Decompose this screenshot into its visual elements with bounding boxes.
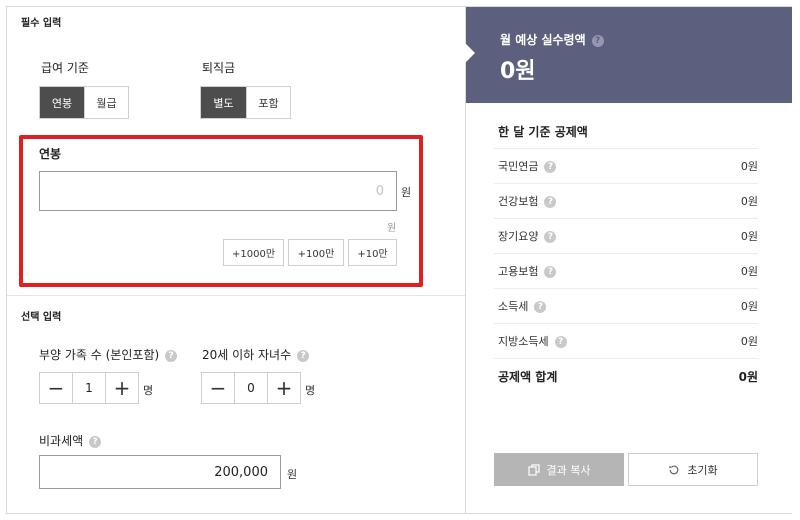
deduction-total-label: 공제액 합계: [498, 369, 558, 384]
children-unit: 명: [305, 384, 316, 397]
deduction-row: 소득세? 0원: [494, 288, 758, 323]
deduction-name-text: 소득세: [498, 300, 529, 313]
pay-basis-label: 급여 기준: [41, 61, 89, 75]
dependents-value[interactable]: 1: [72, 373, 106, 403]
salary-input-value: 0: [375, 183, 384, 199]
deduction-title: 한 달 기준 공제액: [498, 125, 588, 139]
copy-result-label: 결과 복사: [546, 463, 591, 477]
help-icon[interactable]: ?: [544, 266, 557, 278]
help-icon[interactable]: ?: [544, 231, 557, 243]
deduction-row: 장기요양? 0원: [494, 218, 758, 253]
dependents-label: 부양 가족 수 (본인포함)?: [39, 346, 178, 363]
help-icon[interactable]: ?: [544, 196, 557, 208]
severance-included-option[interactable]: 포함: [246, 87, 290, 118]
dependents-help-icon[interactable]: ?: [165, 349, 178, 362]
help-icon[interactable]: ?: [544, 161, 557, 173]
children-stepper: − 0 +: [201, 372, 301, 404]
deduction-name: 소득세?: [494, 298, 547, 314]
optional-section: 선택 입력 부양 가족 수 (본인포함)? − 1 + 명 20세 이하 자녀수…: [7, 295, 465, 513]
deduction-value: 0원: [740, 230, 758, 243]
dependents-stepper: − 1 +: [39, 372, 139, 404]
dependents-label-text: 부양 가족 수 (본인포함): [39, 348, 160, 362]
deduction-name-text: 국민연금: [498, 160, 539, 173]
children-plus-button[interactable]: +: [268, 373, 300, 403]
deduction-value: 0원: [740, 265, 758, 278]
pay-basis-monthly-option[interactable]: 월급: [84, 87, 128, 118]
deduction-total-row: 공제액 합계 0원: [494, 358, 758, 393]
required-section: 필수 입력 급여 기준 연봉 월급 퇴직금 별도 포함 연봉 0 원 원 +10…: [7, 7, 465, 295]
deduction-name: 건강보험?: [494, 193, 557, 209]
children-label: 20세 이하 자녀수?: [202, 346, 310, 363]
pay-basis-annual-option[interactable]: 연봉: [40, 87, 84, 118]
copy-result-button[interactable]: 결과 복사: [494, 453, 624, 486]
severance-label: 퇴직금: [202, 61, 236, 75]
deduction-value: 0원: [740, 160, 758, 173]
optional-section-title: 선택 입력: [21, 312, 62, 323]
deduction-name-text: 건강보험: [498, 195, 539, 208]
reset-button[interactable]: 초기화: [628, 453, 758, 486]
input-panel: 필수 입력 급여 기준 연봉 월급 퇴직금 별도 포함 연봉 0 원 원 +10…: [7, 7, 465, 513]
nontaxable-input[interactable]: 200,000: [39, 455, 281, 489]
add-10m-button[interactable]: +1000만: [223, 239, 284, 266]
deduction-row: 건강보험? 0원: [494, 183, 758, 218]
salary-sub-unit: 원: [387, 223, 397, 234]
deduction-row: 지방소득세? 0원: [494, 323, 758, 358]
deduction-name: 장기요양?: [494, 228, 557, 244]
children-help-icon[interactable]: ?: [297, 349, 310, 362]
deduction-name-text: 장기요양: [498, 230, 539, 243]
dependents-minus-button[interactable]: −: [40, 373, 72, 403]
dependents-plus-button[interactable]: +: [106, 373, 138, 403]
deduction-total-value: 0원: [738, 369, 758, 384]
reset-icon: [668, 464, 680, 476]
net-pay-amount: 0원: [500, 59, 536, 84]
pay-basis-toggle: 연봉 월급: [39, 86, 129, 119]
deduction-row: 고용보험? 0원: [494, 253, 758, 288]
result-panel: 월 예상 실수령액? 0원 한 달 기준 공제액 국민연금? 0원 건강보험? …: [465, 7, 792, 513]
deduction-name: 고용보험?: [494, 263, 557, 279]
children-label-text: 20세 이하 자녀수: [202, 348, 292, 362]
dependents-unit: 명: [143, 384, 154, 397]
result-title: 월 예상 실수령액?: [500, 31, 604, 48]
copy-icon: [527, 463, 540, 476]
severance-toggle: 별도 포함: [200, 86, 291, 119]
result-help-icon[interactable]: ?: [591, 34, 604, 47]
children-minus-button[interactable]: −: [202, 373, 234, 403]
required-section-title: 필수 입력: [21, 18, 62, 29]
add-100k-button[interactable]: +10만: [348, 239, 397, 266]
salary-label: 연봉: [39, 147, 62, 161]
header-notch: [465, 43, 475, 63]
result-header: 월 예상 실수령액? 0원: [465, 7, 792, 103]
deduction-value: 0원: [740, 335, 758, 348]
result-title-text: 월 예상 실수령액: [500, 33, 586, 47]
salary-calculator: 필수 입력 급여 기준 연봉 월급 퇴직금 별도 포함 연봉 0 원 원 +10…: [6, 6, 792, 514]
nontaxable-unit: 원: [287, 468, 298, 481]
nontaxable-label: 비과세액?: [39, 432, 102, 449]
deduction-value: 0원: [740, 195, 758, 208]
children-value[interactable]: 0: [234, 373, 268, 403]
deduction-name: 지방소득세?: [494, 333, 567, 349]
salary-input[interactable]: 0: [39, 171, 397, 211]
nontaxable-label-text: 비과세액: [39, 434, 84, 448]
nontaxable-input-value: 200,000: [214, 464, 268, 480]
deduction-row: 국민연금? 0원: [494, 148, 758, 183]
deduction-name-text: 지방소득세: [498, 335, 549, 348]
deduction-name: 국민연금?: [494, 158, 557, 174]
help-icon[interactable]: ?: [534, 301, 547, 313]
nontaxable-help-icon[interactable]: ?: [89, 435, 102, 448]
reset-label: 초기화: [687, 463, 718, 477]
add-1m-button[interactable]: +100만: [288, 239, 344, 266]
severance-separate-option[interactable]: 별도: [201, 87, 246, 118]
deduction-value: 0원: [740, 300, 758, 313]
salary-unit: 원: [401, 186, 412, 199]
help-icon[interactable]: ?: [554, 336, 567, 348]
deduction-name-text: 고용보험: [498, 265, 539, 278]
